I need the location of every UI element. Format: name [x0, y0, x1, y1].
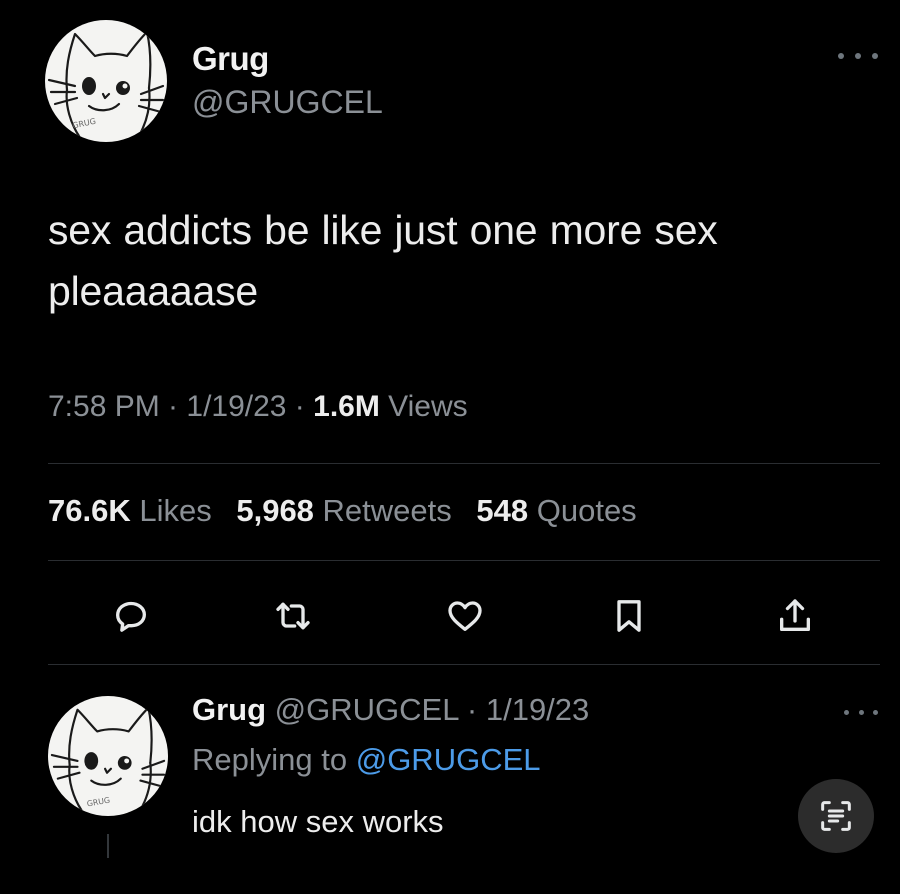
text-scan-icon: [821, 801, 851, 831]
replying-to-label: Replying to: [192, 742, 356, 777]
tweet-text-line-1: sex addicts be like just one more sex: [48, 207, 718, 253]
divider: [48, 560, 880, 561]
quotes-count: 548: [476, 493, 529, 528]
reply-author-avatar[interactable]: GRUG: [48, 696, 168, 816]
svg-text:GRUG: GRUG: [72, 117, 97, 131]
author-name[interactable]: Grug: [192, 40, 269, 78]
like-button[interactable]: [443, 594, 487, 638]
likes-label: Likes: [130, 493, 212, 528]
bookmark-icon: [617, 600, 641, 632]
share-button[interactable]: [773, 594, 817, 638]
tweet-stats: 76.6K Likes 5,968 Retweets 548 Quotes: [48, 493, 653, 529]
tweet-text-line-2: pleaaaaase: [48, 268, 259, 314]
tweet-meta: 7:58 PM · 1/19/23 · 1.6M Views: [48, 390, 468, 424]
divider: [48, 664, 880, 665]
bookmark-button[interactable]: [607, 594, 651, 638]
views-label: Views: [379, 390, 468, 423]
reply-icon: [116, 601, 146, 632]
retweets-label: Retweets: [313, 493, 452, 528]
reply-button[interactable]: [109, 594, 153, 638]
likes-stat[interactable]: 76.6K Likes: [48, 493, 212, 528]
author-handle[interactable]: @GRUGCEL: [192, 84, 383, 121]
views-count: 1.6M: [313, 390, 380, 423]
retweet-button[interactable]: [271, 594, 315, 638]
share-icon: [780, 599, 810, 631]
more-options-icon[interactable]: [838, 46, 878, 66]
reply-author-name[interactable]: Grug: [192, 692, 266, 727]
thread-line: [107, 834, 109, 858]
like-icon: [448, 601, 482, 631]
reply-header: Grug @GRUGCEL · 1/19/23: [192, 692, 589, 728]
retweets-stat[interactable]: 5,968 Retweets: [236, 493, 451, 528]
likes-count: 76.6K: [48, 493, 131, 528]
svg-text:GRUG: GRUG: [86, 796, 111, 809]
tweet-detail: GRUG Grug @GRUGCEL sex addicts be like j…: [0, 0, 900, 894]
replying-to: Replying to @GRUGCEL: [192, 742, 541, 778]
reply-handle-date[interactable]: @GRUGCEL · 1/19/23: [266, 692, 590, 727]
text-scan-button[interactable]: [798, 779, 874, 853]
replying-to-mention[interactable]: @GRUGCEL: [356, 742, 541, 777]
author-avatar[interactable]: GRUG: [45, 20, 167, 142]
retweet-icon: [276, 602, 310, 630]
tweet-text: sex addicts be like just one more sex pl…: [48, 200, 893, 322]
divider: [48, 463, 880, 464]
retweets-count: 5,968: [236, 493, 314, 528]
quotes-label: Quotes: [528, 493, 637, 528]
reply-more-options-icon[interactable]: [844, 706, 878, 718]
tweet-timestamp[interactable]: 7:58 PM · 1/19/23 ·: [48, 390, 313, 423]
reply-text: idk how sex works: [192, 804, 444, 839]
cat-drawing-icon: GRUG: [47, 30, 165, 138]
cat-drawing-icon: GRUG: [50, 706, 166, 812]
quotes-stat[interactable]: 548 Quotes: [476, 493, 636, 528]
